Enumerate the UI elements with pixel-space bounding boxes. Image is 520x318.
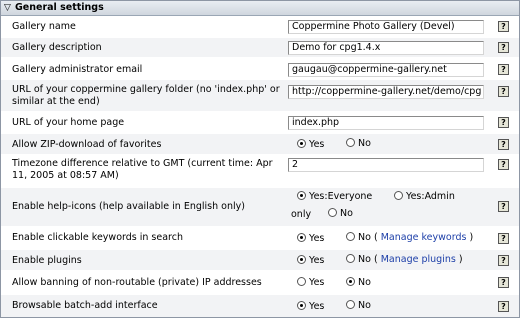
radio-yes-everyone[interactable] bbox=[297, 191, 306, 200]
option-label: Yes:Everyone bbox=[309, 191, 373, 202]
setting-label: Allow banning of non-routable (private) … bbox=[12, 277, 262, 288]
radio-yes[interactable] bbox=[297, 139, 306, 148]
help-icon[interactable]: ? bbox=[498, 64, 509, 75]
radio-yes[interactable] bbox=[297, 255, 306, 264]
setting-row-admin-email: Gallery administrator email gaugau@coppe… bbox=[1, 59, 519, 78]
help-icon[interactable]: ? bbox=[498, 139, 509, 150]
option-label: Yes bbox=[309, 301, 325, 312]
setting-row-plugins: Enable plugins Yes No ( Manage plugins )… bbox=[1, 250, 519, 270]
ban-ip-yes-option[interactable]: Yes bbox=[297, 277, 324, 289]
triangle-down-icon[interactable]: ▽ bbox=[4, 1, 11, 15]
setting-label: Gallery description bbox=[12, 42, 102, 53]
setting-row-gallery-url: URL of your coppermine gallery folder (n… bbox=[1, 80, 519, 111]
setting-row-clickable-keywords: Enable clickable keywords in search Yes … bbox=[1, 228, 519, 248]
setting-row-help-icons: Enable help-icons (help available in Eng… bbox=[1, 188, 519, 226]
help-icon[interactable]: ? bbox=[498, 21, 509, 32]
option-label: No bbox=[358, 232, 371, 243]
gallery-url-input[interactable]: http://coppermine-gallery.net/demo/cpg bbox=[288, 85, 484, 99]
radio-no[interactable] bbox=[346, 300, 355, 309]
ban-ip-no-option[interactable]: No bbox=[346, 277, 371, 289]
radio-no[interactable] bbox=[346, 277, 355, 286]
link-paren-close: ) bbox=[469, 232, 474, 243]
plugins-no-option[interactable]: No ( Manage plugins ) bbox=[346, 254, 463, 266]
setting-label-line2: 11, 2005 at 08:57 AM) bbox=[12, 170, 119, 181]
help-icons-admin-option[interactable]: Yes:Admin bbox=[394, 191, 455, 203]
setting-row-batch-add: Browsable batch-add interface Yes No ? bbox=[1, 295, 519, 317]
setting-label: Gallery administrator email bbox=[12, 64, 143, 75]
link-paren-open: ( bbox=[373, 254, 378, 265]
help-icons-no-option[interactable]: No bbox=[328, 208, 353, 220]
setting-label: Enable plugins bbox=[12, 255, 82, 266]
home-page-url-input[interactable]: index.php bbox=[288, 116, 484, 130]
setting-label: Gallery name bbox=[12, 21, 76, 32]
help-icon[interactable]: ? bbox=[498, 159, 509, 170]
option-label: No bbox=[340, 208, 353, 219]
plugins-yes-option[interactable]: Yes bbox=[297, 255, 324, 267]
gallery-name-input[interactable]: Coppermine Photo Gallery (Devel) bbox=[288, 20, 484, 34]
setting-label: Enable clickable keywords in search bbox=[12, 232, 183, 243]
setting-label: Enable help-icons (help available in Eng… bbox=[12, 201, 245, 212]
help-icon[interactable]: ? bbox=[498, 277, 509, 288]
option-label: Yes bbox=[309, 139, 325, 150]
link-paren-close: ) bbox=[458, 254, 463, 265]
setting-row-gallery-description: Gallery description Demo for cpg1.4.x ? bbox=[1, 38, 519, 57]
radio-yes[interactable] bbox=[297, 233, 306, 242]
zip-download-yes-option[interactable]: Yes bbox=[297, 139, 324, 151]
help-icon[interactable]: ? bbox=[498, 233, 509, 244]
help-icon[interactable]: ? bbox=[498, 117, 509, 128]
radio-yes[interactable] bbox=[297, 277, 306, 286]
setting-row-gallery-name: Gallery name Coppermine Photo Gallery (D… bbox=[1, 17, 519, 36]
option-label: Yes bbox=[309, 233, 325, 244]
option-label: No bbox=[358, 277, 371, 288]
help-icon[interactable]: ? bbox=[498, 201, 509, 212]
link-paren-open: ( bbox=[373, 232, 378, 243]
option-label: Yes:Admin bbox=[406, 191, 455, 202]
gallery-description-input[interactable]: Demo for cpg1.4.x bbox=[288, 41, 484, 55]
option-label: Yes bbox=[309, 255, 325, 266]
option-label: No bbox=[358, 300, 371, 311]
batch-add-no-option[interactable]: No bbox=[346, 300, 371, 312]
option-label: Yes bbox=[309, 277, 325, 288]
setting-row-home-page-url: URL of your home page index.php ? bbox=[1, 113, 519, 132]
setting-label-line1: Timezone difference relative to GMT (cur… bbox=[12, 158, 273, 169]
general-settings-panel: ▽ General settings Gallery name Coppermi… bbox=[0, 0, 520, 318]
manage-keywords-link[interactable]: Manage keywords bbox=[381, 232, 467, 243]
keywords-no-option[interactable]: No ( Manage keywords ) bbox=[346, 232, 473, 244]
setting-label-line2: similar at the end) bbox=[12, 96, 100, 107]
option-label-continued: only bbox=[291, 209, 312, 220]
help-icon[interactable]: ? bbox=[498, 255, 509, 266]
radio-no[interactable] bbox=[346, 254, 355, 263]
help-icons-everyone-option[interactable]: Yes:Everyone bbox=[297, 191, 372, 203]
setting-row-timezone: Timezone difference relative to GMT (cur… bbox=[1, 156, 519, 186]
section-title: General settings bbox=[15, 2, 104, 13]
option-label: No bbox=[358, 254, 371, 265]
section-header[interactable]: ▽ General settings bbox=[1, 1, 519, 16]
radio-no[interactable] bbox=[346, 232, 355, 241]
timezone-offset-input[interactable]: 2 bbox=[288, 158, 484, 172]
help-icon[interactable]: ? bbox=[498, 86, 509, 97]
option-label: No bbox=[358, 138, 371, 149]
setting-label-line1: URL of your coppermine gallery folder (n… bbox=[12, 84, 280, 95]
radio-yes[interactable] bbox=[297, 301, 306, 310]
setting-label: URL of your home page bbox=[12, 117, 125, 128]
radio-no[interactable] bbox=[346, 138, 355, 147]
setting-row-ban-private-ip: Allow banning of non-routable (private) … bbox=[1, 272, 519, 293]
setting-row-zip-download: Allow ZIP-download of favorites Yes No ? bbox=[1, 134, 519, 154]
zip-download-no-option[interactable]: No bbox=[346, 138, 371, 150]
setting-label: Allow ZIP-download of favorites bbox=[12, 139, 162, 150]
batch-add-yes-option[interactable]: Yes bbox=[297, 301, 324, 313]
help-icon[interactable]: ? bbox=[498, 301, 509, 312]
admin-email-input[interactable]: gaugau@coppermine-gallery.net bbox=[288, 63, 484, 77]
manage-plugins-link[interactable]: Manage plugins bbox=[381, 254, 456, 265]
radio-no[interactable] bbox=[328, 208, 337, 217]
radio-yes-admin[interactable] bbox=[394, 191, 403, 200]
setting-label: Browsable batch-add interface bbox=[12, 300, 158, 311]
keywords-yes-option[interactable]: Yes bbox=[297, 233, 324, 245]
help-icon[interactable]: ? bbox=[498, 42, 509, 53]
